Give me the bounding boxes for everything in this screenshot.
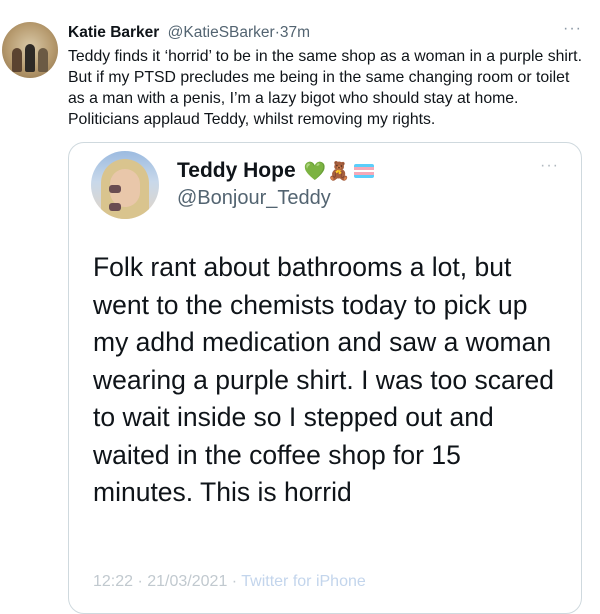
quoted-author-name-row[interactable]: Teddy Hope 💚 🧸 [177,159,375,183]
author-avatar[interactable] [2,22,58,78]
avatar-glasses [109,180,141,211]
avatar-figure [12,48,22,72]
quoted-author-name[interactable]: Teddy Hope [177,159,296,182]
green-heart-icon: 💚 [303,161,326,181]
avatar-figure [38,48,48,72]
quoted-tweet-text: Folk rant about bathrooms a lot, but wen… [93,252,555,507]
tweet: Katie Barker @KatieSBarker·37m ··· Teddy… [0,0,600,614]
quoted-author-avatar[interactable] [91,151,159,219]
quoted-tweet[interactable]: Teddy Hope 💚 🧸 @Bonjour_Teddy ··· Folk ra… [68,142,582,614]
quoted-tweet-footer: 12:22 · 21/03/2021 · Twitter for iPhone [93,573,366,591]
more-options-icon[interactable]: ··· [563,20,582,38]
teddy-bear-icon: 🧸 [327,161,351,181]
timestamp[interactable]: 37m [280,24,310,41]
transgender-flag-icon [354,164,375,178]
author-handle[interactable]: @KatieSBarker [168,24,275,41]
avatar-figure [25,44,35,72]
quoted-author-handle[interactable]: @Bonjour_Teddy [177,187,331,210]
author-name[interactable]: Katie Barker [68,24,159,41]
quoted-more-options-icon[interactable]: ··· [540,157,559,175]
tweet-text: Teddy finds it ‘horrid’ to be in the sam… [68,48,582,128]
quoted-timestamp: 12:22 · 21/03/2021 · [93,573,242,590]
quoted-source-link[interactable]: Twitter for iPhone [241,573,366,590]
tweet-header: Katie Barker @KatieSBarker·37m [68,24,310,42]
